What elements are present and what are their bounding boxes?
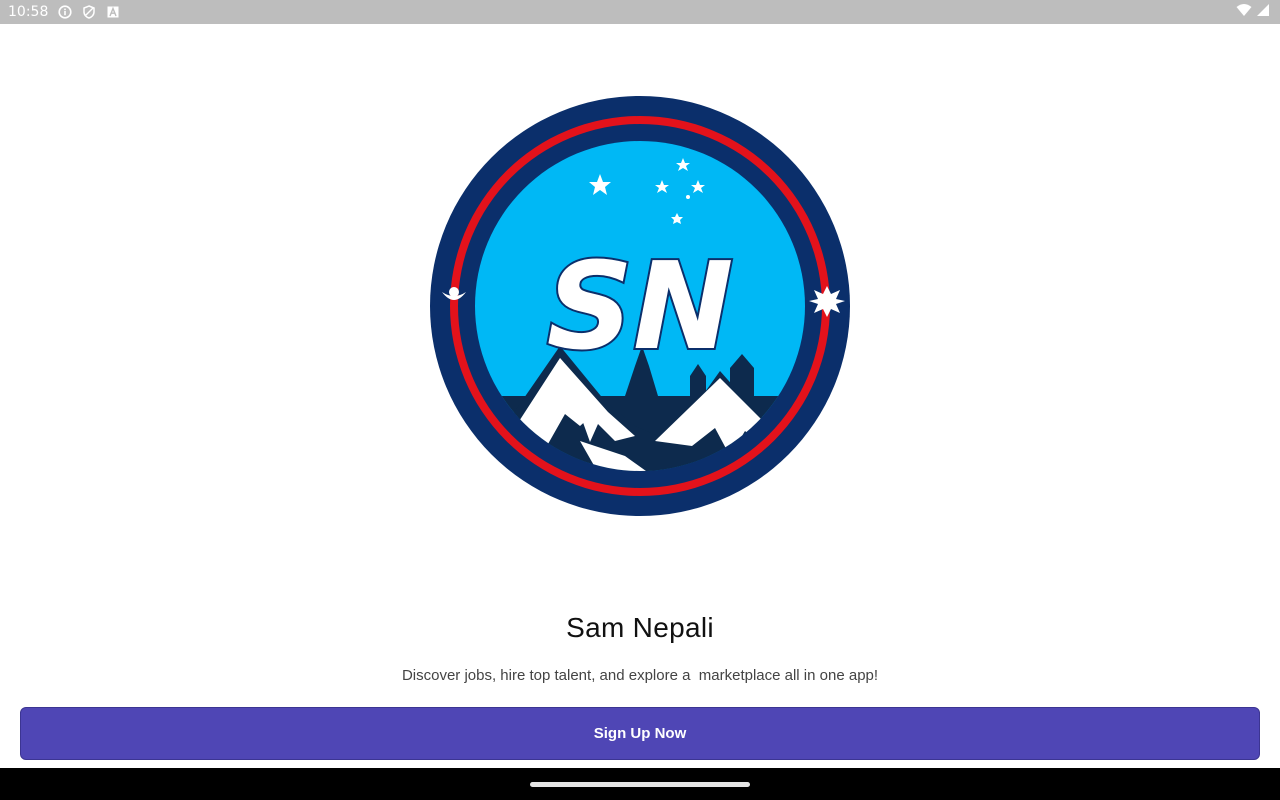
info-icon	[58, 5, 72, 19]
status-bar-right	[1236, 3, 1270, 21]
status-time: 10:58	[8, 4, 49, 20]
font-a-icon	[106, 5, 120, 19]
logo-graphic: SN	[430, 96, 850, 516]
home-gesture-handle[interactable]	[530, 782, 750, 787]
logo-monogram: SN	[545, 236, 736, 379]
app-logo: SN	[430, 96, 850, 516]
wifi-icon	[1236, 3, 1252, 21]
app-tagline: Discover jobs, hire top talent, and expl…	[401, 667, 879, 684]
sign-up-button[interactable]: Sign Up Now	[20, 707, 1260, 760]
svg-text:SN: SN	[547, 238, 734, 377]
sign-up-button-label: Sign Up Now	[593, 725, 687, 742]
status-bar: 10:58	[0, 0, 1280, 24]
signal-icon	[1256, 3, 1270, 21]
status-bar-left: 10:58	[8, 4, 120, 20]
app-title: Sam Nepali	[566, 612, 714, 643]
sun-emblem	[809, 286, 845, 317]
shield-icon	[82, 5, 96, 19]
